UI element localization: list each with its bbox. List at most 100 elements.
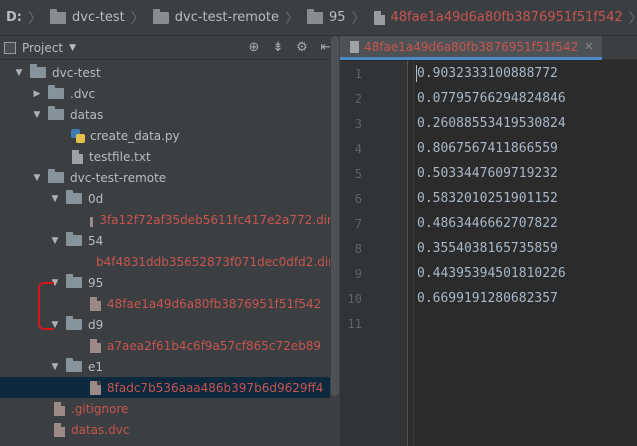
code-line[interactable]: 2 0.07795766294824846 — [340, 86, 637, 111]
tree-item-label: dvc-test-remote — [70, 170, 167, 185]
close-icon[interactable]: ✕ — [584, 40, 593, 53]
tree-item-label: a7aea2f61b4c6f9a57cf865c72eb89 — [107, 338, 322, 353]
chevron-down-icon[interactable]: ▼ — [50, 362, 60, 372]
code-text[interactable]: 0.44395394501810226 — [417, 266, 566, 281]
tree-item-label: datas.dvc — [71, 422, 130, 437]
file-icon — [350, 40, 359, 53]
chevron-down-icon[interactable]: ▼ — [32, 110, 42, 120]
chevron-right-icon[interactable]: ▶ — [32, 89, 42, 99]
chevron-right-icon: 〉 — [284, 10, 299, 27]
line-number: 8 — [354, 241, 362, 256]
tree-item-datas[interactable]: ▼ datas — [0, 104, 332, 125]
project-panel-toolbar: Project ▼ ⊕ ⇟ ⚙ ⇤ — [0, 36, 340, 60]
breadcrumb-95[interactable]: 95 〉 — [301, 0, 368, 35]
code-text[interactable]: 0.26088553419530824 — [417, 116, 566, 131]
collapse-icon[interactable]: ⇟ — [270, 40, 286, 55]
tree-item-file[interactable]: b4f4831ddb35652873f071dec0dfd2.dir — [0, 251, 334, 272]
tab-file[interactable]: 48fae1a49d6a80fb3876951f51f542 ✕ — [340, 36, 602, 60]
code-line[interactable]: 8 0.3554038165735859 — [340, 236, 637, 261]
code-text[interactable]: 0.9032333100888772 — [417, 66, 558, 81]
chevron-down-icon[interactable]: ▼ — [50, 194, 60, 204]
folder-icon — [66, 358, 82, 372]
file-icon — [373, 10, 385, 25]
line-number: 7 — [354, 216, 362, 231]
code-text[interactable]: 0.6699191280682357 — [417, 291, 558, 306]
tree-item-label: d9 — [88, 317, 104, 332]
file-icon — [90, 338, 101, 353]
tree-item-label: e1 — [88, 359, 104, 374]
tree-item-label: create_data.py — [90, 128, 180, 143]
folder-icon — [66, 316, 82, 330]
tree-item-dvc-test-remote[interactable]: ▼ dvc-test-remote — [0, 167, 332, 188]
folder-icon — [152, 8, 169, 24]
tree-item-label: datas — [70, 107, 104, 122]
project-icon — [4, 41, 16, 54]
line-number: 10 — [347, 291, 362, 306]
line-number: 3 — [354, 116, 362, 131]
editor-tabbar: 48fae1a49d6a80fb3876951f51f542 ✕ — [340, 36, 637, 60]
code-text[interactable]: 0.5832010251901152 — [417, 191, 558, 206]
breadcrumb-dvc-test-remote[interactable]: dvc-test-remote 〉 — [147, 0, 301, 35]
tree-item-e1[interactable]: ▼ e1 — [0, 356, 332, 377]
tree-item-label: testfile.txt — [89, 149, 151, 164]
tree-item-label: 0d — [88, 191, 104, 206]
code-text[interactable]: 0.4863446662707822 — [417, 216, 558, 231]
code-line[interactable]: 10 0.6699191280682357 — [340, 286, 637, 311]
code-line[interactable]: 11 — [340, 311, 637, 336]
code-line[interactable]: 3 0.26088553419530824 — [340, 111, 637, 136]
annotation-bracket — [38, 282, 54, 330]
project-scrollbar[interactable] — [330, 36, 340, 446]
tree-item-datas-dvc[interactable]: datas.dvc — [0, 419, 332, 440]
tree-item-0d[interactable]: ▼ 0d — [0, 188, 332, 209]
scrollbar-thumb[interactable] — [331, 36, 339, 396]
tree-item-file-selected[interactable]: 8fadc7b536aaa486b397b6d9629ff4 — [0, 377, 332, 398]
line-number: 2 — [354, 91, 362, 106]
breadcrumb-dvc-test[interactable]: dvc-test 〉 — [44, 0, 147, 35]
file-icon — [54, 422, 65, 437]
line-number: 1 — [354, 66, 362, 81]
editor: 48fae1a49d6a80fb3876951f51f542 ✕ 1 0.903… — [340, 36, 637, 446]
folder-icon — [48, 106, 64, 120]
line-number: 5 — [354, 166, 362, 181]
code-text[interactable]: 0.8067567411866559 — [417, 141, 558, 156]
tree-item-file[interactable]: 3fa12f72af35deb5611fc417e2a772.dir — [0, 209, 332, 230]
chevron-down-icon[interactable]: ▼ — [50, 236, 60, 246]
folder-icon — [48, 85, 64, 99]
tree-item-label: .gitignore — [71, 401, 129, 416]
tree-item-file[interactable]: a7aea2f61b4c6f9a57cf865c72eb89 — [0, 335, 332, 356]
tree-item-dvc[interactable]: ▶ .dvc — [0, 83, 332, 104]
file-icon — [54, 401, 65, 416]
tree-item-54[interactable]: ▼ 54 — [0, 230, 332, 251]
tree-item-gitignore[interactable]: .gitignore — [0, 398, 332, 419]
code-text[interactable]: 0.3554038165735859 — [417, 241, 558, 256]
project-view-selector[interactable]: Project — [22, 41, 63, 55]
code-line[interactable]: 6 0.5832010251901152 — [340, 186, 637, 211]
line-number: 4 — [354, 141, 362, 156]
folder-icon — [66, 190, 82, 204]
tree-item-label: b4f4831ddb35652873f071dec0dfd2.dir — [96, 254, 334, 269]
tree-item-label: .dvc — [70, 86, 96, 101]
tree-item-label: 54 — [88, 233, 104, 248]
chevron-down-icon[interactable]: ▼ — [69, 43, 76, 53]
chevron-right-icon: 〉 — [130, 10, 145, 27]
code-text[interactable]: 0.5033447609719232 — [417, 166, 558, 181]
chevron-right-icon: 〉 — [28, 10, 42, 27]
line-number: 9 — [354, 266, 362, 281]
code-line[interactable]: 9 0.44395394501810226 — [340, 261, 637, 286]
breadcrumb-file[interactable]: 48fae1a49d6a80fb3876951f51f542 〉 — [368, 0, 637, 35]
breadcrumb-label: dvc-test — [72, 10, 125, 25]
tree-item-dvc-test[interactable]: ▼ dvc-test — [0, 62, 332, 83]
code-line[interactable]: 7 0.4863446662707822 — [340, 211, 637, 236]
code-line[interactable]: 5 0.5033447609719232 — [340, 161, 637, 186]
gear-icon[interactable]: ⚙ — [294, 40, 310, 55]
code-line[interactable]: 4 0.8067567411866559 — [340, 136, 637, 161]
code-text[interactable]: 0.07795766294824846 — [417, 91, 566, 106]
tree-item-create-data[interactable]: create_data.py — [0, 125, 332, 146]
chevron-down-icon[interactable]: ▼ — [32, 173, 42, 183]
code-line[interactable]: 1 0.9032333100888772 — [340, 61, 637, 86]
breadcrumb-drive[interactable]: D: 〉 — [4, 0, 44, 35]
chevron-down-icon[interactable]: ▼ — [14, 68, 24, 78]
tree-item-label: 3fa12f72af35deb5611fc417e2a772.dir — [99, 212, 332, 227]
crosshair-icon[interactable]: ⊕ — [246, 40, 262, 55]
tree-item-testfile[interactable]: testfile.txt — [0, 146, 332, 167]
